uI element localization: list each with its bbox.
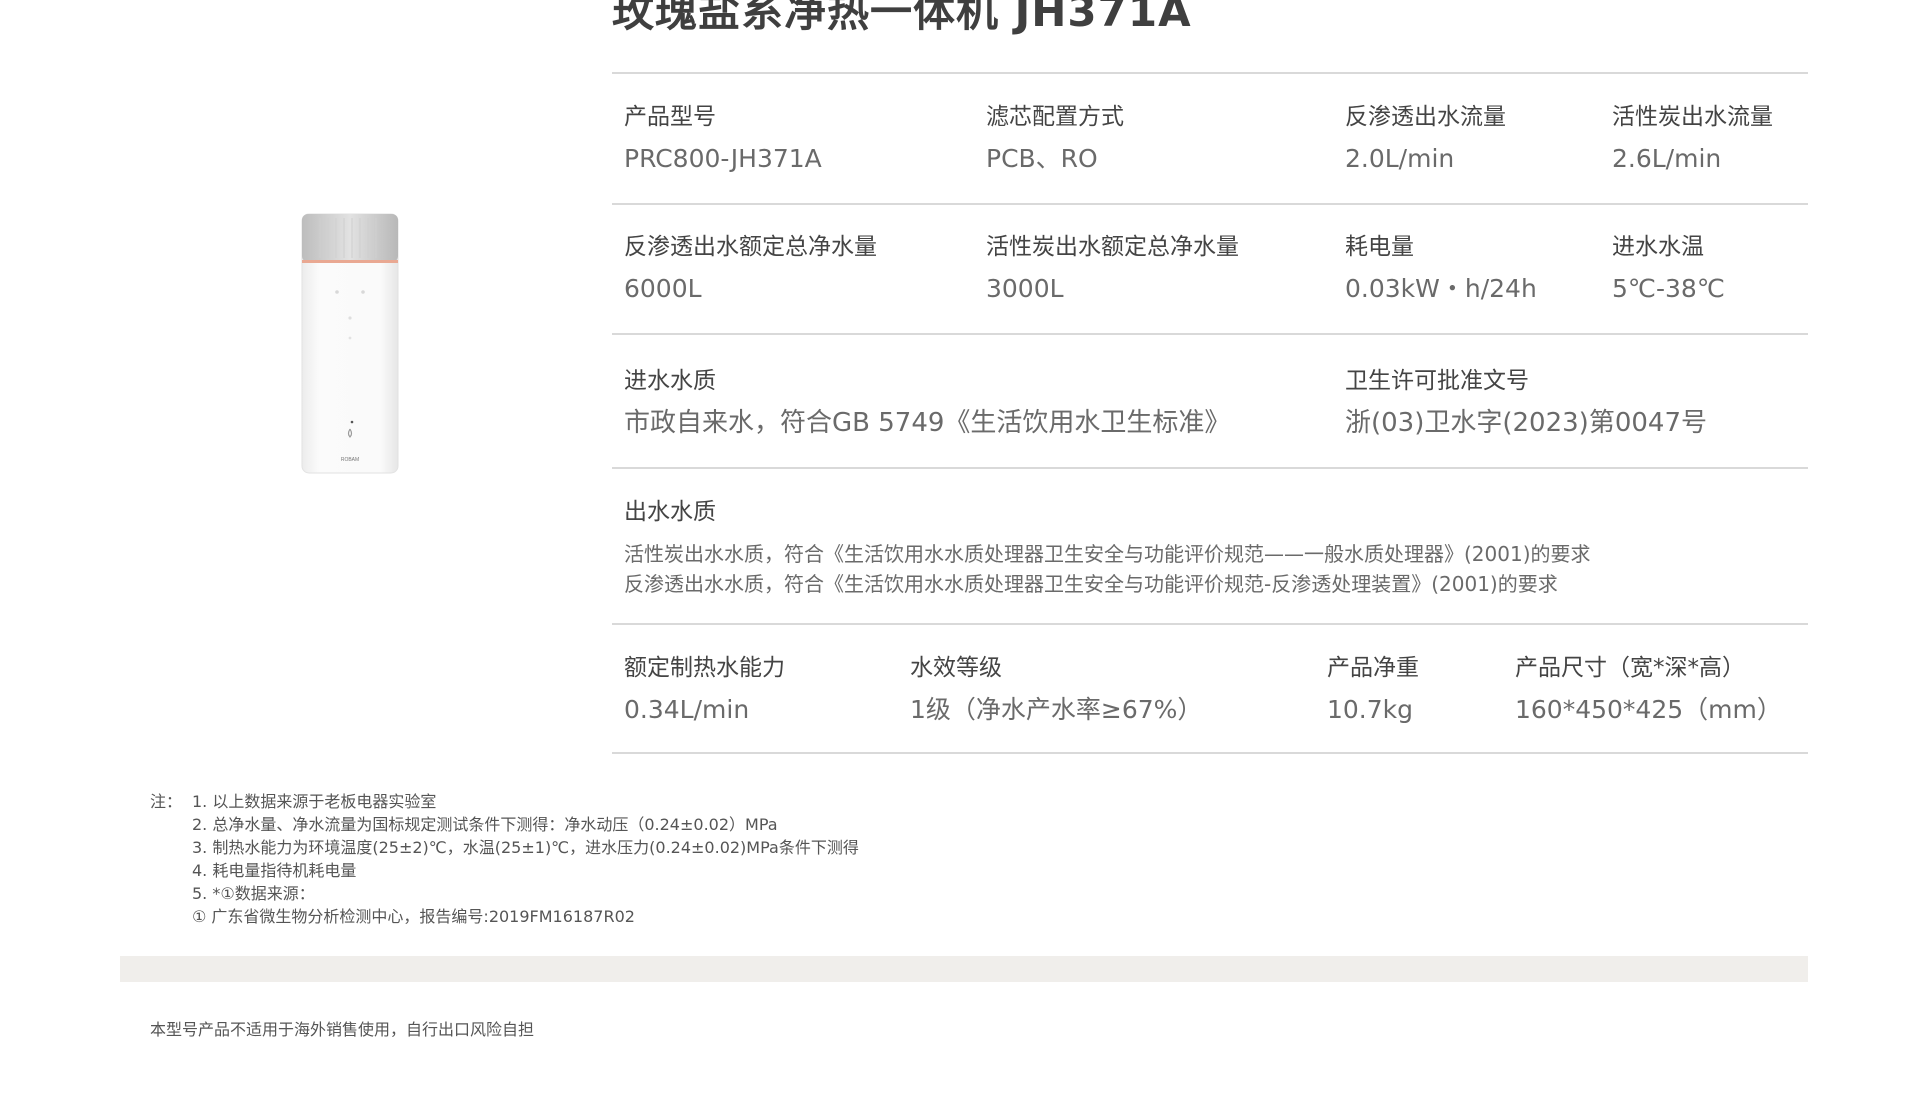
spec-value: PRC800-JH371A [624, 144, 822, 173]
divider [612, 333, 1808, 335]
divider [612, 203, 1808, 205]
spec-model: 产品型号 PRC800-JH371A [624, 102, 822, 174]
spec-carbon-flow: 活性炭出水流量 2.6L/min [1612, 102, 1773, 174]
spec-label: 活性炭出水流量 [1612, 104, 1773, 130]
spec-value: 0.34L/min [624, 695, 750, 724]
spec-label: 出水水质 [624, 499, 716, 525]
spec-value: 10.7kg [1327, 695, 1414, 724]
spec-value: 1级（净水产水率≥67%） [910, 695, 1203, 724]
spec-value: 2.0L/min [1345, 144, 1455, 173]
spec-water-efficiency: 水效等级 1级（净水产水率≥67%） [910, 653, 1202, 725]
divider [612, 752, 1808, 754]
spec-ro-flow: 反渗透出水流量 2.0L/min [1345, 102, 1506, 174]
spec-ro-total: 反渗透出水额定总净水量 6000L [624, 232, 877, 304]
spec-label: 活性炭出水额定总净水量 [986, 234, 1239, 260]
spec-value: 6000L [624, 274, 702, 303]
spec-page: 玫瑰盐系净热一体机 JH371A ROBAM 产品型号 PRC800-JH371… [0, 0, 1920, 1100]
note-item: 2. 总净水量、净水流量为国标规定测试条件下测得：净水动压（0.24±0.02）… [192, 815, 778, 834]
note-item: 3. 制热水能力为环境温度(25±2)℃，水温(25±1)℃，进水压力(0.24… [192, 838, 859, 857]
spec-value: PCB、RO [986, 144, 1098, 173]
footnotes: 注： 1. 以上数据来源于老板电器实验室 2. 总净水量、净水流量为国标规定测试… [150, 790, 859, 928]
spec-label: 进水水温 [1612, 234, 1704, 260]
export-disclaimer: 本型号产品不适用于海外销售使用，自行出口风险自担 [150, 1020, 535, 1039]
note-item: 5. *①数据来源： [192, 884, 315, 903]
spec-inlet-quality: 进水水质 市政自来水，符合GB 5749《生活饮用水卫生标准》 [624, 366, 1230, 438]
outlet-quality-line: 活性炭出水水质，符合《生活饮用水水质处理器卫生安全与功能评价规范——一般水质处理… [624, 542, 1591, 566]
separator-band [120, 956, 1808, 982]
notes-prefix: 注： [150, 792, 183, 811]
spec-label: 进水水质 [624, 368, 716, 394]
spec-label: 产品尺寸（宽*深*高） [1515, 655, 1745, 681]
spec-label: 滤芯配置方式 [986, 104, 1124, 130]
spec-heating-capacity: 额定制热水能力 0.34L/min [624, 653, 785, 725]
spec-label: 反渗透出水流量 [1345, 104, 1506, 130]
spec-label: 耗电量 [1345, 234, 1414, 260]
spec-outlet-quality: 出水水质 活性炭出水水质，符合《生活饮用水水质处理器卫生安全与功能评价规范——一… [624, 497, 1591, 599]
spec-label: 产品净重 [1327, 655, 1419, 681]
spec-label: 产品型号 [624, 104, 716, 130]
spec-label: 水效等级 [910, 655, 1002, 681]
spec-value: 0.03kW・h/24h [1345, 274, 1537, 303]
outlet-quality-line: 反渗透出水水质，符合《生活饮用水水质处理器卫生安全与功能评价规范-反渗透处理装置… [624, 572, 1558, 596]
brand-logo: ROBAM [341, 457, 359, 463]
note-item: ① 广东省微生物分析检测中心，报告编号:2019FM16187R02 [192, 907, 635, 926]
spec-label: 反渗透出水额定总净水量 [624, 234, 877, 260]
spec-hygiene-license: 卫生许可批准文号 浙(03)卫水字(2023)第0047号 [1345, 366, 1707, 438]
note-item: 4. 耗电量指待机耗电量 [192, 861, 357, 880]
divider [612, 467, 1808, 469]
spec-value: 浙(03)卫水字(2023)第0047号 [1345, 408, 1707, 438]
spec-value: 3000L [986, 274, 1064, 303]
page-title: 玫瑰盐系净热一体机 JH371A [612, 0, 1192, 36]
spec-carbon-total: 活性炭出水额定总净水量 3000L [986, 232, 1239, 304]
spec-label: 额定制热水能力 [624, 655, 785, 681]
spec-value: 5℃-38℃ [1612, 274, 1725, 303]
divider [612, 623, 1808, 625]
spec-value: 2.6L/min [1612, 144, 1722, 173]
spec-inlet-temp: 进水水温 5℃-38℃ [1612, 232, 1725, 304]
spec-net-weight: 产品净重 10.7kg [1327, 653, 1419, 725]
spec-label: 卫生许可批准文号 [1345, 368, 1529, 394]
divider [612, 72, 1808, 74]
spec-dimensions: 产品尺寸（宽*深*高） 160*450*425（mm） [1515, 653, 1782, 725]
spec-power: 耗电量 0.03kW・h/24h [1345, 232, 1537, 304]
water-purifier-image: ROBAM [301, 213, 399, 474]
note-item: 1. 以上数据来源于老板电器实验室 [192, 792, 437, 811]
spec-value: 160*450*425（mm） [1515, 695, 1782, 724]
spec-value: 市政自来水，符合GB 5749《生活饮用水卫生标准》 [624, 408, 1231, 438]
spec-filter-config: 滤芯配置方式 PCB、RO [986, 102, 1124, 174]
